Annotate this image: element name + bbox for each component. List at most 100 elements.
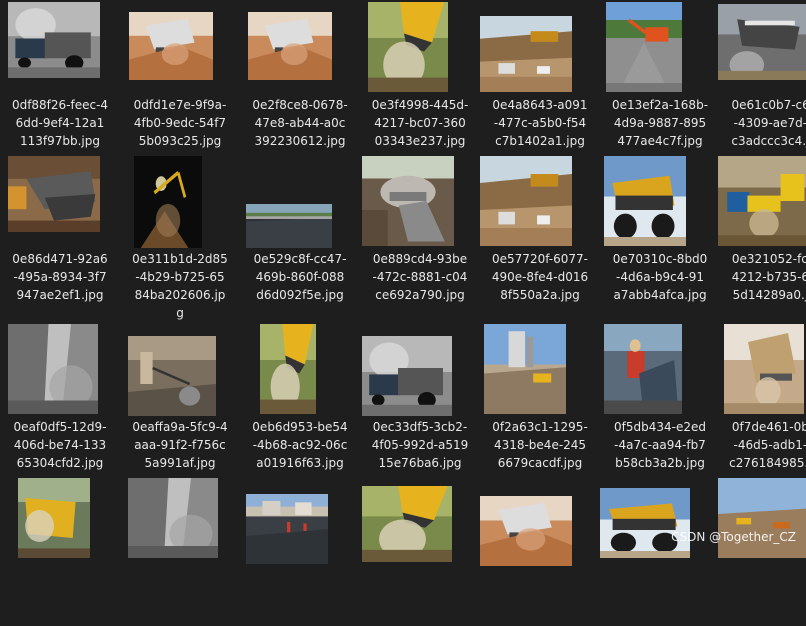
file-tile[interactable] — [360, 476, 480, 626]
file-tile[interactable]: 0df88f26-feec-4 6dd-9ef4-12a1 113f97bb.jpg — [0, 0, 120, 150]
file-tile[interactable]: 0e311b1d-2d85 -4b29-b725-65 84ba202606.jp g — [120, 154, 240, 320]
file-tile[interactable]: 0e4a8643-a091 -477c-a5b0-f54 c7b1402a1.jpg — [480, 0, 600, 150]
file-name-line: 0f5db434-e2ed — [614, 420, 706, 434]
file-name-line: 0eaf0df5-12d9- — [13, 420, 107, 434]
thumbnail-image[interactable] — [8, 324, 98, 414]
thumbnail-image[interactable] — [248, 12, 332, 80]
thumbnail-image[interactable] — [368, 2, 448, 92]
file-tile[interactable]: 0eaf0df5-12d9- 406d-be74-133 65304cfd2.jpg — [0, 322, 120, 472]
file-tile[interactable]: 0e3f4998-445d- 4217-bc07-360 03343e237.jpg — [360, 0, 480, 150]
file-name-line: 0e889cd4-93be — [372, 252, 468, 266]
thumbnail-image[interactable] — [606, 2, 682, 92]
thumbnail-image[interactable] — [8, 156, 100, 232]
thumbnail-image[interactable] — [246, 204, 332, 248]
thumbnail-image[interactable] — [362, 486, 452, 562]
thumbnail-image[interactable] — [484, 324, 566, 414]
thumbnail-image[interactable] — [128, 478, 218, 558]
file-name-label: 0e13ef2a-168b- 4d9a-9887-895 477ae4c7f.jpg — [600, 96, 720, 150]
file-name-line: -472c-8881-c04 — [372, 270, 468, 284]
thumbnail-image[interactable] — [480, 156, 572, 246]
file-name-line: 0f7de461-0b90 — [731, 420, 806, 434]
file-name-line: 4318-be4e-245 — [493, 438, 587, 452]
file-name-line: g — [176, 306, 184, 320]
thumbnail-image[interactable] — [718, 4, 806, 80]
thumbnail-image[interactable] — [129, 12, 213, 80]
file-tile[interactable]: 0dfd1e7e-9f9a- 4fb0-9edc-54f7 5b093c25.jpg — [120, 0, 240, 150]
file-tile[interactable] — [718, 476, 806, 626]
file-name-line: -4d6a-b9c4-91 — [616, 270, 704, 284]
file-name-label: 0f2a63c1-1295- 4318-be4e-245 6679cacdf.jpg — [480, 418, 600, 472]
file-name-line: 4217-bc07-360 — [374, 116, 466, 130]
thumbnail-image[interactable] — [362, 156, 454, 246]
file-name-line: 113f97bb.jpg — [19, 134, 100, 148]
file-name-label: 0e889cd4-93be -472c-8881-c04 ce692a790.jpg — [360, 250, 480, 304]
file-name-line: -495a-8934-3f7 — [13, 270, 107, 284]
thumbnail-image[interactable] — [134, 156, 202, 248]
file-name-line: a01916f63.jpg — [256, 456, 344, 470]
file-name-line: -4a7c-aa94-fb7 — [614, 438, 706, 452]
file-tile[interactable]: 0f2a63c1-1295- 4318-be4e-245 6679cacdf.jpg — [480, 322, 600, 472]
thumbnail-image[interactable] — [718, 156, 806, 246]
thumbnail-image[interactable] — [480, 16, 572, 92]
file-name-line: 469b-860f-088 — [255, 270, 345, 284]
file-tile[interactable]: 0e13ef2a-168b- 4d9a-9887-895 477ae4c7f.jpg — [600, 0, 720, 150]
thumbnail-image[interactable] — [480, 496, 572, 566]
thumbnail-image[interactable] — [718, 478, 806, 558]
file-tile[interactable] — [240, 476, 360, 626]
file-tile[interactable] — [0, 476, 120, 626]
thumbnail-image[interactable] — [18, 478, 90, 558]
file-name-line: 0e70310c-8bd0 — [612, 252, 708, 266]
file-name-label: 0f5db434-e2ed -4a7c-aa94-fb7 b58cb3a2b.jpg — [600, 418, 720, 472]
file-name-line: 0e61c0b7-c6ee — [731, 98, 806, 112]
thumbnail-image[interactable] — [246, 494, 328, 564]
file-name-line: 5a991af.jpg — [144, 456, 216, 470]
thumbnail-image[interactable] — [260, 324, 316, 414]
file-name-line: 0e13ef2a-168b- — [611, 98, 709, 112]
file-name-label: 0e311b1d-2d85 -4b29-b725-65 84ba202606.jp g — [120, 250, 240, 322]
file-tile[interactable] — [480, 476, 600, 626]
file-name-line: 4212-b735-668 — [731, 270, 806, 284]
file-name-line: 0e4a8643-a091 — [492, 98, 588, 112]
file-name-line: 4f05-992d-a519 — [371, 438, 469, 452]
thumbnail-image[interactable] — [128, 336, 216, 416]
file-name-label: 0e321052-fcf9- 4212-b735-668 5d14289a0.jpg — [718, 250, 806, 304]
thumbnail-image[interactable] — [8, 2, 100, 78]
file-name-line: 47e8-ab44-a0c — [254, 116, 346, 130]
file-name-label: 0e529c8f-cc47- 469b-860f-088 d6d092f5e.jpg — [240, 250, 360, 304]
thumbnail-image[interactable] — [604, 324, 682, 414]
file-tile[interactable]: 0eaffa9a-5fc9-4 aaa-91f2-f756c 5a991af.jpg — [120, 322, 240, 472]
thumbnail-image[interactable] — [724, 324, 804, 414]
file-tile[interactable]: 0e86d471-92a6 -495a-8934-3f7 947ae2ef1.jpg — [0, 154, 120, 304]
file-name-line: 0df88f26-feec-4 — [11, 98, 109, 112]
file-name-line: 0e86d471-92a6 — [12, 252, 108, 266]
file-name-line: 5d14289a0.jpg — [732, 288, 806, 302]
file-name-line: -4b68-ac92-06c — [252, 438, 348, 452]
file-tile[interactable]: 0ec33df5-3cb2- 4f05-992d-a519 15e76ba6.jpg — [360, 322, 480, 472]
file-name-line: a7abb4afca.jpg — [613, 288, 707, 302]
file-tile[interactable]: 0e70310c-8bd0 -4d6a-b9c4-91 a7abb4afca.jpg — [600, 154, 720, 304]
file-tile[interactable]: 0e61c0b7-c6ee -4309-ae7d-6d c3adccc3c4.jpg — [718, 0, 806, 150]
thumbnail-image[interactable] — [604, 156, 686, 246]
thumbnail-image[interactable] — [362, 336, 452, 416]
file-name-line: 03343e237.jpg — [374, 134, 466, 148]
file-name-line: -4309-ae7d-6d — [733, 116, 806, 130]
file-name-label: 0e70310c-8bd0 -4d6a-b9c4-91 a7abb4afca.jpg — [600, 250, 720, 304]
file-name-line: b58cb3a2b.jpg — [615, 456, 705, 470]
file-tile[interactable]: 0e321052-fcf9- 4212-b735-668 5d14289a0.jpg — [718, 154, 806, 304]
file-tile[interactable]: 0f7de461-0b90 -46d5-adb1-b0 c276184985.jpg — [718, 322, 806, 472]
file-tile[interactable]: 0e889cd4-93be -472c-8881-c04 ce692a790.jpg — [360, 154, 480, 304]
file-tile[interactable] — [120, 476, 240, 626]
file-tile[interactable]: 0eb6d953-be54 -4b68-ac92-06c a01916f63.jpg — [240, 322, 360, 472]
file-name-line: 6dd-9ef4-12a1 — [15, 116, 105, 130]
file-tile[interactable]: 0e57720f-6077- 490e-8fe4-d016 8f550a2a.jpg — [480, 154, 600, 304]
file-name-line: 4d9a-9887-895 — [613, 116, 707, 130]
file-tile[interactable] — [600, 476, 720, 626]
file-tile[interactable]: 0e2f8ce8-0678- 47e8-ab44-a0c 392230612.jpg — [240, 0, 360, 150]
file-name-line: 392230612.jpg — [254, 134, 346, 148]
thumbnail-image[interactable] — [600, 488, 690, 558]
file-name-line: 4fb0-9edc-54f7 — [133, 116, 227, 130]
file-name-line: 5b093c25.jpg — [138, 134, 222, 148]
file-tile[interactable]: 0e529c8f-cc47- 469b-860f-088 d6d092f5e.jpg — [240, 154, 360, 304]
file-tile[interactable]: 0f5db434-e2ed -4a7c-aa94-fb7 b58cb3a2b.jpg — [600, 322, 720, 472]
file-name-label: 0df88f26-feec-4 6dd-9ef4-12a1 113f97bb.jpg — [0, 96, 120, 150]
